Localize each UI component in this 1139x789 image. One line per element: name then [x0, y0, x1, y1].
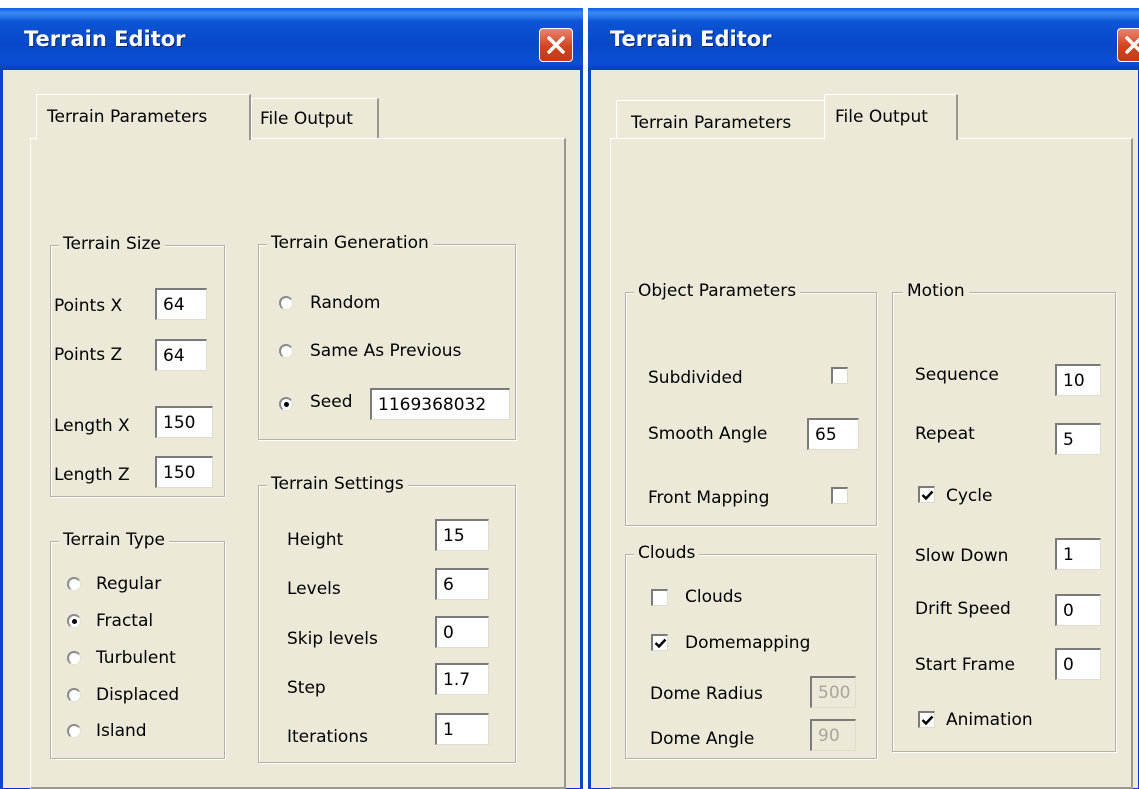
tab-file-output[interactable]: File Output [251, 98, 379, 138]
title-bar[interactable]: Terrain Editor [0, 8, 583, 70]
close-icon [1125, 36, 1139, 54]
drift-speed-input[interactable]: 0 [1055, 594, 1101, 626]
slow-down-input[interactable]: 1 [1055, 538, 1101, 570]
height-input[interactable]: 15 [435, 519, 489, 551]
length-x-input[interactable]: 150 [155, 406, 213, 438]
points-z-input[interactable]: 64 [155, 339, 207, 371]
island-radio[interactable] [67, 724, 81, 738]
front-mapping-checkbox[interactable] [831, 487, 848, 504]
smooth-angle-label: Smooth Angle [648, 424, 768, 444]
cycle-checkbox-label[interactable]: Cycle [946, 486, 992, 506]
close-button[interactable] [1117, 28, 1139, 62]
subdivided-checkbox[interactable] [831, 367, 848, 384]
skip-levels-label: Skip levels [287, 629, 378, 649]
displaced-radio-label[interactable]: Displaced [96, 685, 179, 705]
length-x-label: Length X [54, 416, 130, 436]
same-as-previous-radio[interactable] [279, 344, 293, 358]
height-label: Height [287, 530, 344, 550]
front-mapping-label: Front Mapping [648, 488, 770, 508]
motion-group: Motion [892, 281, 1116, 752]
iterations-input[interactable]: 1 [435, 713, 489, 745]
cycle-checkbox[interactable] [918, 486, 935, 503]
motion-legend: Motion [903, 281, 969, 301]
tab-file-output[interactable]: File Output [824, 94, 958, 140]
smooth-angle-input[interactable]: 65 [807, 418, 859, 450]
points-x-label: Points X [54, 296, 123, 316]
seed-radio[interactable] [279, 397, 293, 411]
skip-levels-input[interactable]: 0 [435, 616, 489, 648]
levels-label: Levels [287, 579, 341, 599]
checkmark-icon [654, 638, 667, 649]
seed-input[interactable]: 1169368032 [370, 388, 510, 420]
animation-checkbox[interactable] [918, 711, 935, 728]
start-frame-input[interactable]: 0 [1055, 648, 1101, 680]
repeat-label: Repeat [915, 424, 975, 444]
object-parameters-legend: Object Parameters [634, 281, 801, 301]
step-label: Step [287, 678, 326, 698]
tab-terrain-parameters[interactable]: Terrain Parameters [616, 100, 826, 140]
length-z-input[interactable]: 150 [155, 456, 213, 488]
terrain-generation-legend: Terrain Generation [267, 233, 433, 253]
close-button[interactable] [539, 28, 573, 62]
terrain-settings-legend: Terrain Settings [267, 474, 408, 494]
dome-radius-input[interactable]: 500 [810, 676, 856, 708]
points-x-input[interactable]: 64 [155, 288, 207, 320]
dome-angle-label: Dome Angle [650, 729, 755, 749]
domemapping-checkbox[interactable] [651, 634, 668, 651]
seed-radio-label[interactable]: Seed [310, 392, 353, 412]
tab-terrain-parameters[interactable]: Terrain Parameters [36, 94, 251, 140]
random-radio-label[interactable]: Random [310, 293, 380, 313]
random-radio[interactable] [279, 296, 293, 310]
regular-radio-label[interactable]: Regular [96, 574, 161, 594]
checkmark-icon [921, 715, 934, 726]
terrain-editor-window-right: Terrain Editor Terrain Parameters File O… [588, 8, 1139, 789]
regular-radio[interactable] [67, 577, 81, 591]
clouds-checkbox[interactable] [651, 589, 668, 606]
subdivided-label: Subdivided [648, 368, 743, 388]
displaced-radio[interactable] [67, 688, 81, 702]
drift-speed-label: Drift Speed [915, 599, 1011, 619]
turbulent-radio-label[interactable]: Turbulent [96, 648, 176, 668]
window-title: Terrain Editor [24, 27, 186, 51]
terrain-size-legend: Terrain Size [59, 234, 165, 254]
clouds-legend: Clouds [634, 543, 700, 563]
close-icon [547, 36, 565, 54]
repeat-input[interactable]: 5 [1055, 423, 1101, 455]
sequence-input[interactable]: 10 [1055, 364, 1101, 396]
title-bar[interactable]: Terrain Editor [588, 8, 1139, 70]
fractal-radio-label[interactable]: Fractal [96, 611, 153, 631]
levels-input[interactable]: 6 [435, 568, 489, 600]
clouds-checkbox-label[interactable]: Clouds [685, 587, 742, 607]
iterations-label: Iterations [287, 727, 368, 747]
turbulent-radio[interactable] [67, 651, 81, 665]
terrain-type-legend: Terrain Type [59, 530, 169, 550]
terrain-editor-window-left: Terrain Editor Terrain Parameters File O… [0, 8, 583, 789]
animation-checkbox-label[interactable]: Animation [946, 710, 1033, 730]
slow-down-label: Slow Down [915, 546, 1009, 566]
domemapping-checkbox-label[interactable]: Domemapping [685, 633, 810, 653]
step-input[interactable]: 1.7 [435, 663, 489, 695]
same-as-previous-radio-label[interactable]: Same As Previous [310, 341, 461, 361]
dome-radius-label: Dome Radius [650, 684, 763, 704]
fractal-radio[interactable] [67, 614, 81, 628]
dome-angle-input[interactable]: 90 [810, 719, 856, 751]
points-z-label: Points Z [54, 345, 123, 365]
window-title: Terrain Editor [610, 27, 772, 51]
start-frame-label: Start Frame [915, 655, 1015, 675]
checkmark-icon [921, 490, 934, 501]
length-z-label: Length Z [54, 465, 130, 485]
sequence-label: Sequence [915, 365, 999, 385]
island-radio-label[interactable]: Island [96, 721, 147, 741]
